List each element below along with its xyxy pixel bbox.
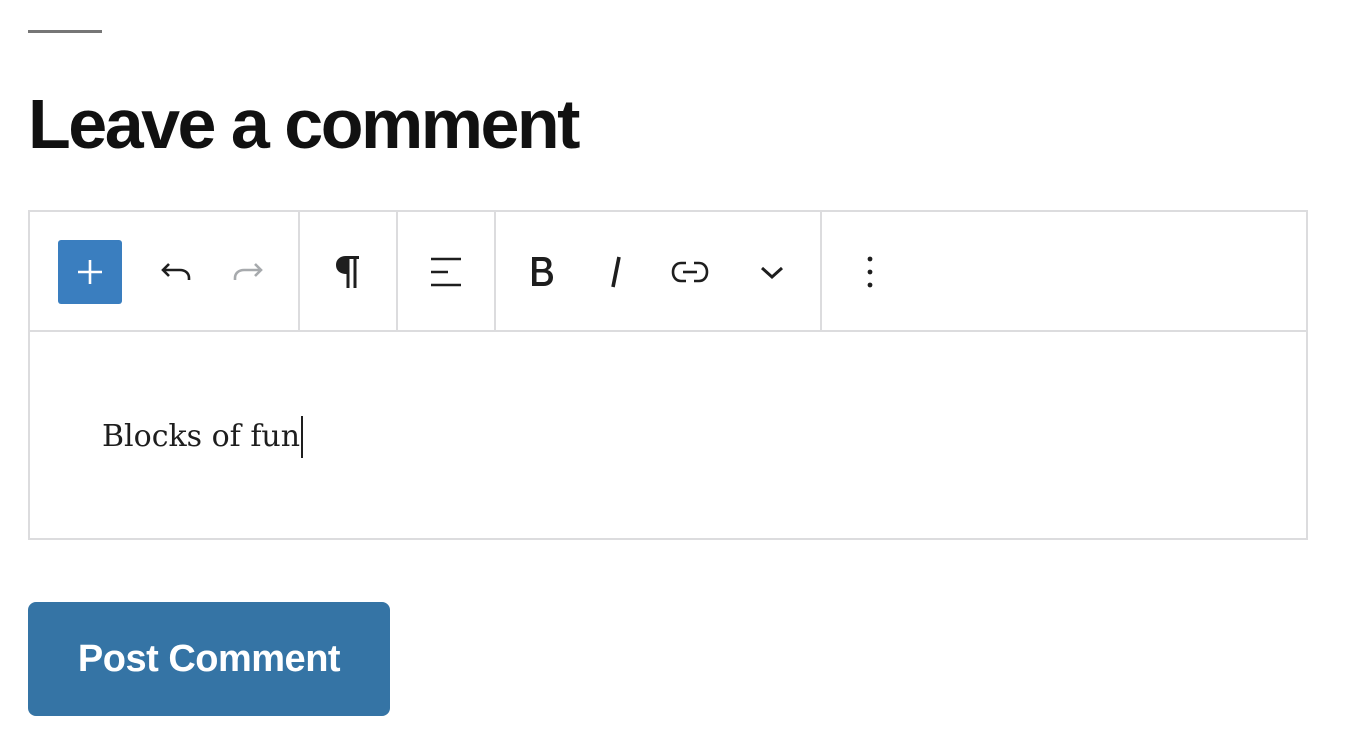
link-icon [671, 261, 709, 283]
plus-icon [78, 260, 102, 284]
redo-icon [233, 263, 263, 280]
toolbar-divider [298, 212, 300, 330]
undo-icon [161, 263, 191, 280]
italic-icon [611, 256, 621, 288]
bold-button[interactable] [518, 248, 566, 296]
pilcrow-icon [336, 256, 359, 288]
more-vertical-icon [867, 256, 873, 288]
paragraph-block[interactable]: Blocks of fun [102, 416, 304, 458]
options-button[interactable] [846, 248, 894, 296]
toolbar-divider [820, 212, 822, 330]
bold-icon [532, 257, 553, 286]
chevron-down-icon [760, 266, 784, 280]
italic-button[interactable] [592, 248, 640, 296]
align-button[interactable] [422, 248, 470, 296]
toolbar-divider [396, 212, 398, 330]
paragraph-block-button[interactable] [324, 248, 372, 296]
align-left-icon [431, 257, 461, 287]
undo-button[interactable] [152, 248, 200, 296]
separator-line [28, 30, 102, 33]
editor-toolbar [30, 212, 1306, 332]
text-caret [301, 416, 304, 458]
page-title: Leave a comment [28, 85, 580, 163]
paragraph-text: Blocks of fun [102, 419, 301, 454]
redo-button[interactable] [224, 248, 272, 296]
link-button[interactable] [666, 248, 714, 296]
post-comment-button[interactable]: Post Comment [28, 602, 390, 716]
toolbar-divider [494, 212, 496, 330]
comment-editor: Blocks of fun [28, 210, 1308, 540]
editor-content-area[interactable]: Blocks of fun [30, 332, 1306, 538]
add-block-button[interactable] [58, 240, 122, 304]
more-formatting-button[interactable] [748, 248, 796, 296]
